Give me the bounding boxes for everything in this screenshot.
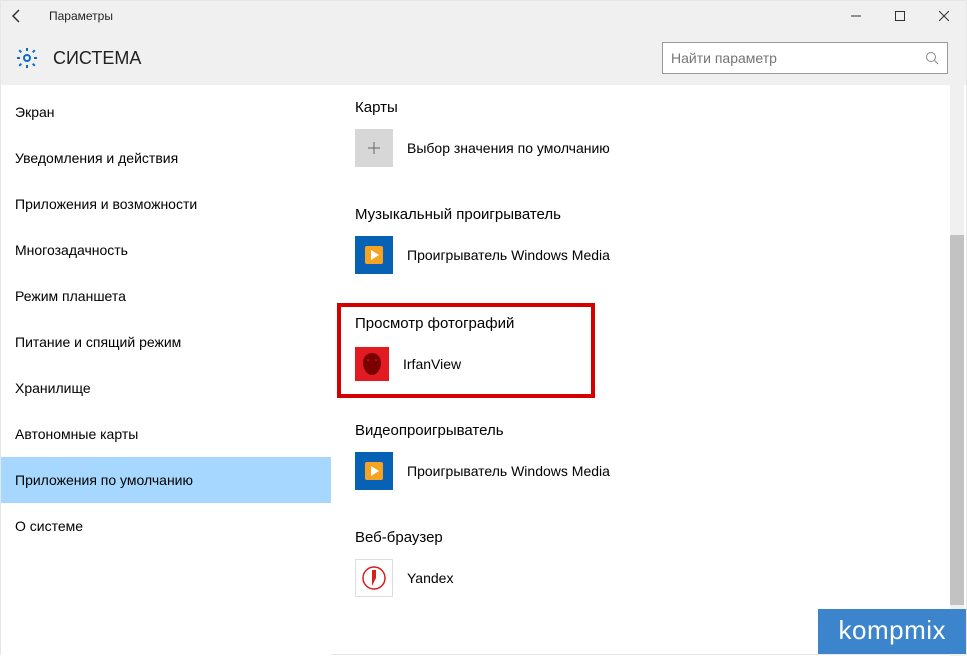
sidebar-item-multitasking[interactable]: Многозадачность bbox=[1, 227, 331, 273]
sidebar-item-apps-features[interactable]: Приложения и возможности bbox=[1, 181, 331, 227]
irfanview-icon bbox=[355, 347, 389, 381]
app-label: Yandex bbox=[407, 570, 453, 586]
sidebar: Экран Уведомления и действия Приложения … bbox=[1, 85, 331, 656]
app-label: Проигрыватель Windows Media bbox=[407, 247, 610, 263]
gear-icon bbox=[15, 46, 39, 70]
app-label: IrfanView bbox=[403, 356, 461, 372]
maximize-button[interactable] bbox=[878, 1, 922, 31]
sidebar-item-default-apps[interactable]: Приложения по умолчанию bbox=[1, 457, 331, 503]
sidebar-item-label: Приложения по умолчанию bbox=[15, 472, 193, 488]
sidebar-item-storage[interactable]: Хранилище bbox=[1, 365, 331, 411]
default-app-video[interactable]: Проигрыватель Windows Media bbox=[355, 451, 942, 491]
sidebar-item-label: Питание и спящий режим bbox=[15, 334, 181, 350]
default-app-music[interactable]: Проигрыватель Windows Media bbox=[355, 235, 942, 275]
main-content: Карты Выбор значения по умолчанию Музыка… bbox=[331, 85, 966, 656]
header: СИСТЕМА bbox=[1, 31, 966, 85]
sidebar-item-label: Многозадачность bbox=[15, 242, 128, 258]
sidebar-item-power-sleep[interactable]: Питание и спящий режим bbox=[1, 319, 331, 365]
sidebar-item-label: О системе bbox=[15, 518, 83, 534]
app-label: Проигрыватель Windows Media bbox=[407, 463, 610, 479]
wmp-icon bbox=[355, 236, 393, 274]
titlebar: Параметры bbox=[1, 1, 966, 31]
minimize-button[interactable] bbox=[834, 1, 878, 31]
sidebar-item-label: Хранилище bbox=[15, 380, 91, 396]
wmp-icon bbox=[355, 452, 393, 490]
plus-icon bbox=[355, 129, 393, 167]
scrollbar-thumb[interactable] bbox=[950, 235, 964, 605]
sidebar-item-display[interactable]: Экран bbox=[1, 89, 331, 135]
section-title: СИСТЕМА bbox=[53, 48, 141, 69]
sidebar-item-tablet-mode[interactable]: Режим планшета bbox=[1, 273, 331, 319]
back-button[interactable] bbox=[9, 8, 49, 24]
sidebar-item-label: Уведомления и действия bbox=[15, 150, 178, 166]
default-app-maps[interactable]: Выбор значения по умолчанию bbox=[355, 128, 942, 168]
highlight-photo-viewer: Просмотр фотографий IrfanView bbox=[337, 303, 595, 398]
sidebar-item-label: Режим планшета bbox=[15, 288, 126, 304]
group-title-browser: Веб-браузер bbox=[355, 529, 942, 546]
group-title-video: Видеопроигрыватель bbox=[355, 422, 942, 439]
sidebar-item-label: Экран bbox=[15, 104, 55, 120]
search-input[interactable] bbox=[671, 50, 925, 66]
yandex-icon bbox=[355, 559, 393, 597]
group-title-maps: Карты bbox=[355, 99, 942, 116]
group-title-photos: Просмотр фотографий bbox=[355, 315, 577, 332]
sidebar-item-label: Автономные карты bbox=[15, 426, 138, 442]
sidebar-item-about[interactable]: О системе bbox=[1, 503, 331, 549]
sidebar-item-notifications[interactable]: Уведомления и действия bbox=[1, 135, 331, 181]
default-app-browser[interactable]: Yandex bbox=[355, 558, 942, 598]
group-title-music: Музыкальный проигрыватель bbox=[355, 206, 942, 223]
window-title: Параметры bbox=[49, 9, 113, 23]
watermark: kompmix bbox=[818, 609, 966, 654]
search-box[interactable] bbox=[662, 42, 948, 74]
sidebar-item-label: Приложения и возможности bbox=[15, 196, 197, 212]
search-icon bbox=[925, 51, 939, 65]
default-app-photos[interactable]: IrfanView bbox=[355, 346, 577, 382]
close-button[interactable] bbox=[922, 1, 966, 31]
app-label: Выбор значения по умолчанию bbox=[407, 140, 610, 156]
sidebar-item-offline-maps[interactable]: Автономные карты bbox=[1, 411, 331, 457]
